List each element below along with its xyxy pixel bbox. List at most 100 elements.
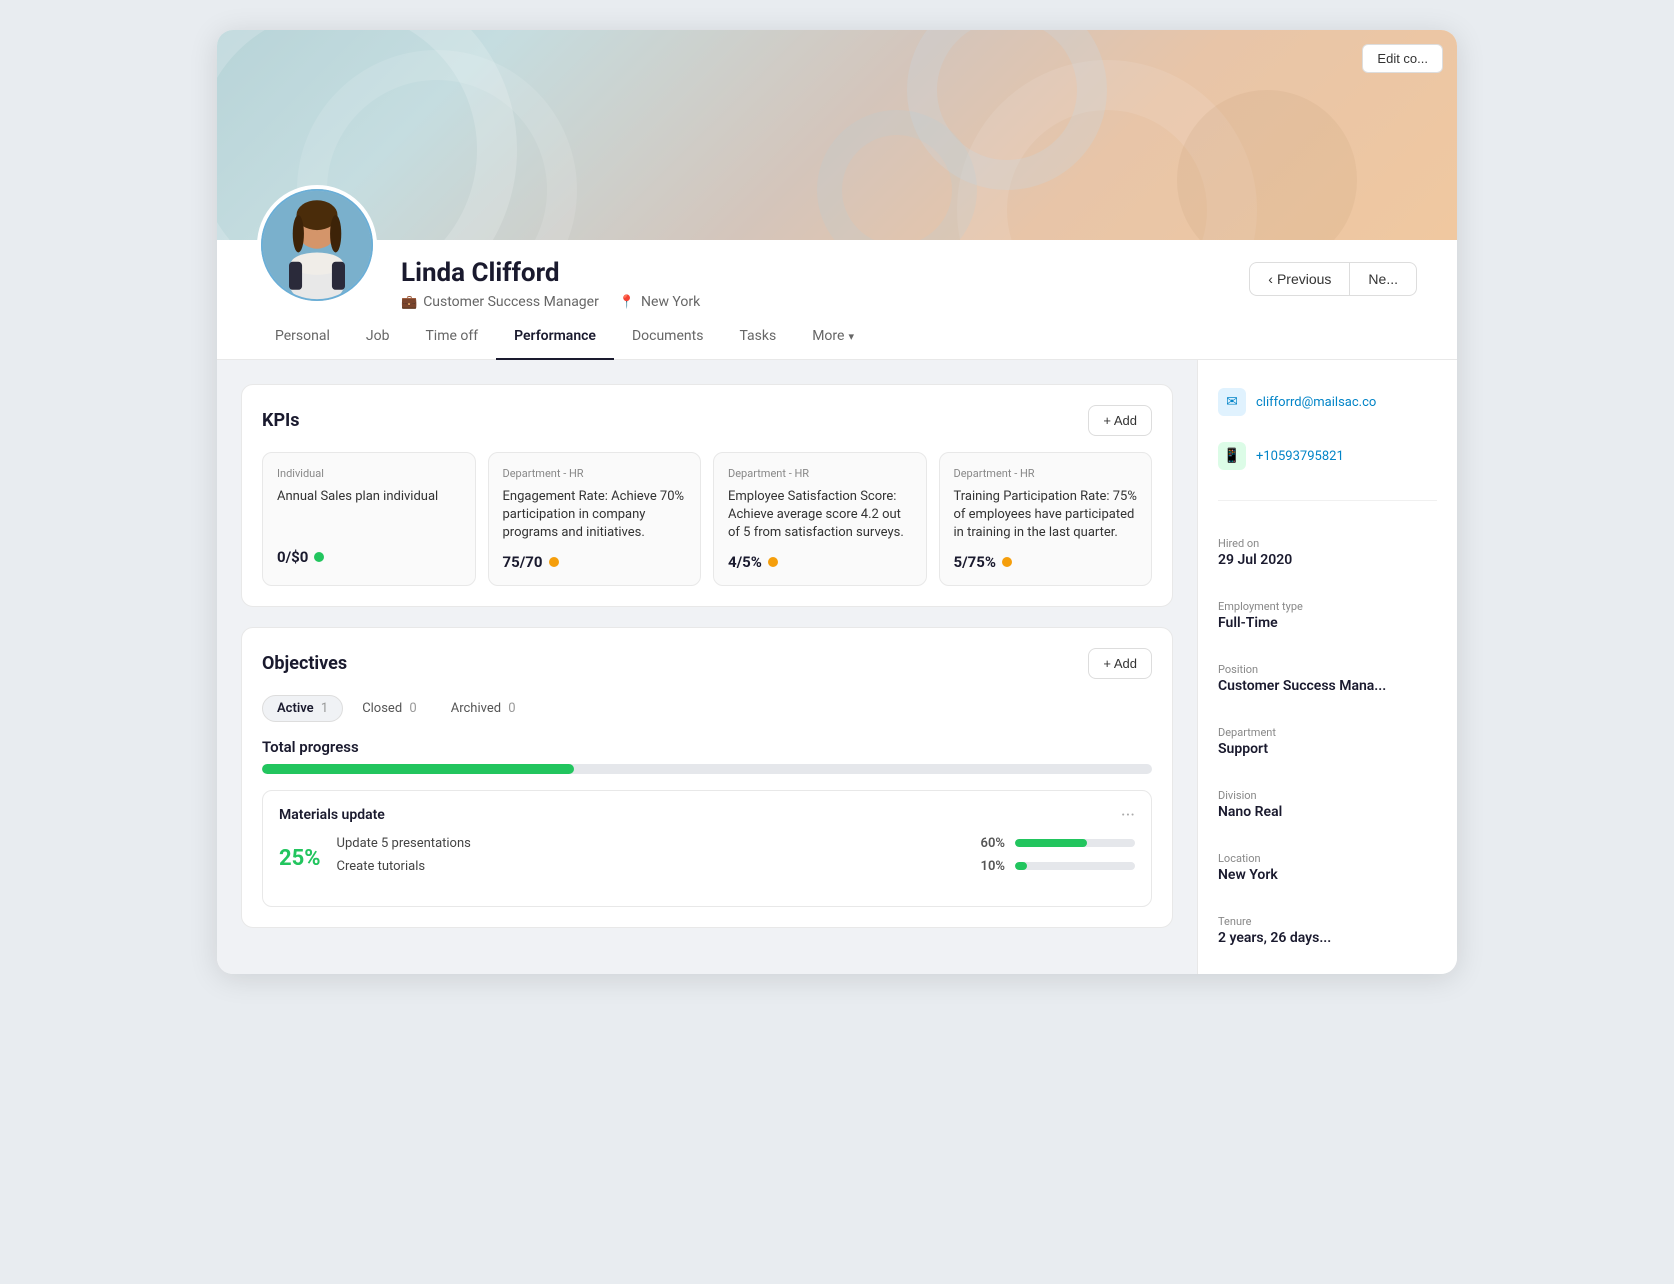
task-bar-fill-1 <box>1015 862 1027 870</box>
status-dot-yellow-1 <box>549 557 559 567</box>
task-bar-wrap-0 <box>1015 839 1135 847</box>
total-progress-label: Total progress <box>262 738 1152 756</box>
status-dot-yellow-3 <box>1002 557 1012 567</box>
status-dot-yellow-2 <box>768 557 778 567</box>
sidebar-location: Location New York <box>1218 842 1437 883</box>
sidebar-employment-value: Full-Time <box>1218 615 1437 631</box>
next-button[interactable]: Ne... <box>1349 262 1417 296</box>
location-icon: 📍 <box>619 295 635 310</box>
edit-cover-button[interactable]: Edit co... <box>1362 44 1443 73</box>
kpi-category-0: Individual <box>277 467 461 480</box>
obj-tab-archived-count: 0 <box>508 701 515 716</box>
sidebar-hired-value: 29 Jul 2020 <box>1218 552 1437 568</box>
sidebar-tenure-value: 2 years, 26 days... <box>1218 930 1437 946</box>
sidebar-location-label: Location <box>1218 852 1437 865</box>
kpi-card-0: Individual Annual Sales plan individual … <box>262 452 476 586</box>
sidebar-division: Division Nano Real <box>1218 779 1437 820</box>
main-layout: KPIs + Add Individual Annual Sales plan … <box>217 360 1457 974</box>
task-bar-wrap-1 <box>1015 862 1135 870</box>
obj-tab-archived[interactable]: Archived 0 <box>436 695 531 722</box>
kpi-grid: Individual Annual Sales plan individual … <box>262 452 1152 586</box>
kpi-category-3: Department - HR <box>954 467 1138 480</box>
objectives-title: Objectives <box>262 653 347 674</box>
chevron-down-icon: ▾ <box>848 330 854 343</box>
sidebar-department-value: Support <box>1218 741 1437 757</box>
sidebar-division-value: Nano Real <box>1218 804 1437 820</box>
avatar <box>257 185 377 305</box>
obj-tab-closed-count: 0 <box>409 701 416 716</box>
kpi-value-1: 75/70 <box>503 553 687 571</box>
task-label-0: Update 5 presentations <box>337 836 959 851</box>
tab-documents[interactable]: Documents <box>614 314 721 360</box>
email-icon: ✉ <box>1218 388 1246 416</box>
kpi-card-1: Department - HR Engagement Rate: Achieve… <box>488 452 702 586</box>
kpi-description-1: Engagement Rate: Achieve 70% participati… <box>503 488 687 543</box>
tab-performance[interactable]: Performance <box>496 314 614 360</box>
obj-tab-active-count: 1 <box>321 701 328 716</box>
nav-prev-next: ‹ Previous Ne... <box>1249 262 1417 296</box>
tab-tasks[interactable]: Tasks <box>721 314 794 360</box>
tab-more[interactable]: More ▾ <box>794 314 872 360</box>
cover-banner: Edit co... <box>217 30 1457 240</box>
sidebar-email-row: ✉ clifforrd@mailsac.co <box>1218 384 1437 420</box>
objectives-tabs: Active 1 Closed 0 Archived 0 <box>262 695 1152 722</box>
kpis-card: KPIs + Add Individual Annual Sales plan … <box>241 384 1173 607</box>
sidebar-phone: +10593795821 <box>1256 449 1344 464</box>
sidebar-email: clifforrd@mailsac.co <box>1256 395 1376 410</box>
profile-title: 💼 Customer Success Manager <box>401 294 599 310</box>
tab-personal[interactable]: Personal <box>257 314 348 360</box>
kpi-value-2: 4/5% <box>728 553 912 571</box>
content-area: KPIs + Add Individual Annual Sales plan … <box>217 360 1197 974</box>
obj-tab-closed[interactable]: Closed 0 <box>347 695 432 722</box>
kpis-card-header: KPIs + Add <box>262 405 1152 436</box>
tab-job[interactable]: Job <box>348 314 408 360</box>
sidebar-tenure: Tenure 2 years, 26 days... <box>1218 905 1437 946</box>
profile-meta: 💼 Customer Success Manager 📍 New York <box>401 294 1249 310</box>
kpi-description-0: Annual Sales plan individual <box>277 488 461 538</box>
kpi-description-2: Employee Satisfaction Score: Achieve ave… <box>728 488 912 543</box>
sidebar-tenure-label: Tenure <box>1218 915 1437 928</box>
phone-icon: 📱 <box>1218 442 1246 470</box>
kpi-card-2: Department - HR Employee Satisfaction Sc… <box>713 452 927 586</box>
add-kpi-button[interactable]: + Add <box>1088 405 1152 436</box>
task-pct-0: 60% <box>969 836 1005 851</box>
profile-location: 📍 New York <box>619 294 700 310</box>
kpi-description-3: Training Participation Rate: 75% of empl… <box>954 488 1138 543</box>
total-progress-bar <box>262 764 1152 774</box>
kpi-category-2: Department - HR <box>728 467 912 480</box>
sidebar-area: ✉ clifforrd@mailsac.co 📱 +10593795821 Hi… <box>1197 360 1457 974</box>
objectives-card-header: Objectives + Add <box>262 648 1152 679</box>
kpi-value-3: 5/75% <box>954 553 1138 571</box>
profile-info: Linda Clifford 💼 Customer Success Manage… <box>377 240 1249 310</box>
materials-title: Materials update <box>279 807 385 823</box>
kpi-value-0: 0/$0 <box>277 548 461 566</box>
materials-overall-pct: 25% <box>279 846 321 871</box>
sidebar-phone-row: 📱 +10593795821 <box>1218 438 1437 474</box>
obj-tab-active[interactable]: Active 1 <box>262 695 343 722</box>
briefcase-icon: 💼 <box>401 295 417 310</box>
sidebar-division-label: Division <box>1218 789 1437 802</box>
materials-header: Materials update ··· <box>279 805 1135 826</box>
page-wrapper: Edit co... <box>217 30 1457 974</box>
sidebar-position: Position Customer Success Mana... <box>1218 653 1437 694</box>
tab-timeoff[interactable]: Time off <box>407 314 496 360</box>
sidebar-employment: Employment type Full-Time <box>1218 590 1437 631</box>
add-objective-button[interactable]: + Add <box>1088 648 1152 679</box>
task-pct-1: 10% <box>969 859 1005 874</box>
sidebar-location-value: New York <box>1218 867 1437 883</box>
status-dot-green-0 <box>314 552 324 562</box>
sidebar-employment-label: Employment type <box>1218 600 1437 613</box>
profile-name: Linda Clifford <box>401 258 1249 288</box>
avatar-wrap <box>257 185 377 305</box>
sidebar-position-value: Customer Success Mana... <box>1218 678 1437 694</box>
sidebar-department: Department Support <box>1218 716 1437 757</box>
objectives-card: Objectives + Add Active 1 Closed 0 Archi… <box>241 627 1173 928</box>
kpi-card-3: Department - HR Training Participation R… <box>939 452 1153 586</box>
materials-menu-button[interactable]: ··· <box>1121 805 1135 826</box>
previous-button[interactable]: ‹ Previous <box>1249 262 1349 296</box>
task-row-1: Create tutorials 10% <box>337 859 1135 874</box>
sidebar-divider-1 <box>1218 500 1437 501</box>
task-bar-fill-0 <box>1015 839 1087 847</box>
materials-card: Materials update ··· 25% Update 5 presen… <box>262 790 1152 907</box>
kpi-category-1: Department - HR <box>503 467 687 480</box>
